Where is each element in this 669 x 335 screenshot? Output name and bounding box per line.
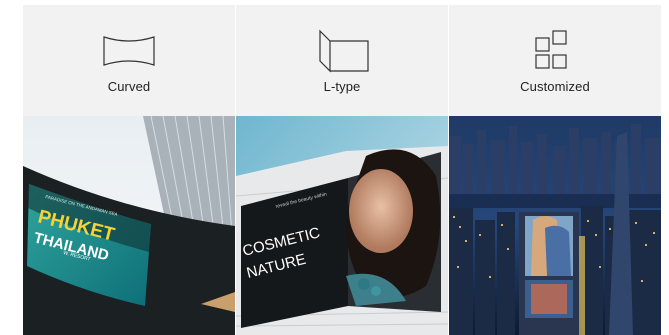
card-customized[interactable]: Customized [449,5,661,335]
card-l-type[interactable]: L-type reveal the beauty within COSMETIC… [236,5,448,335]
curved-display-icon [101,27,157,75]
card-header: L-type [236,5,448,116]
card-label: L-type [323,79,361,94]
card-label: Curved [107,79,151,94]
customized-display-icon [527,27,583,75]
l-type-display-photo: reveal the beauty within COSMETIC NATURE [236,116,448,335]
card-header: Customized [449,5,661,116]
display-type-grid: Curved PARADISE ON THE ANDAMAN SEA PHUKE… [23,5,662,335]
card-header: Curved [23,5,235,116]
card-label: Customized [520,79,590,94]
customized-display-photo [449,116,661,335]
curved-display-photo: PARADISE ON THE ANDAMAN SEA PHUKET THAIL… [23,116,235,335]
l-type-display-icon [314,27,370,75]
card-curved[interactable]: Curved PARADISE ON THE ANDAMAN SEA PHUKE… [23,5,235,335]
